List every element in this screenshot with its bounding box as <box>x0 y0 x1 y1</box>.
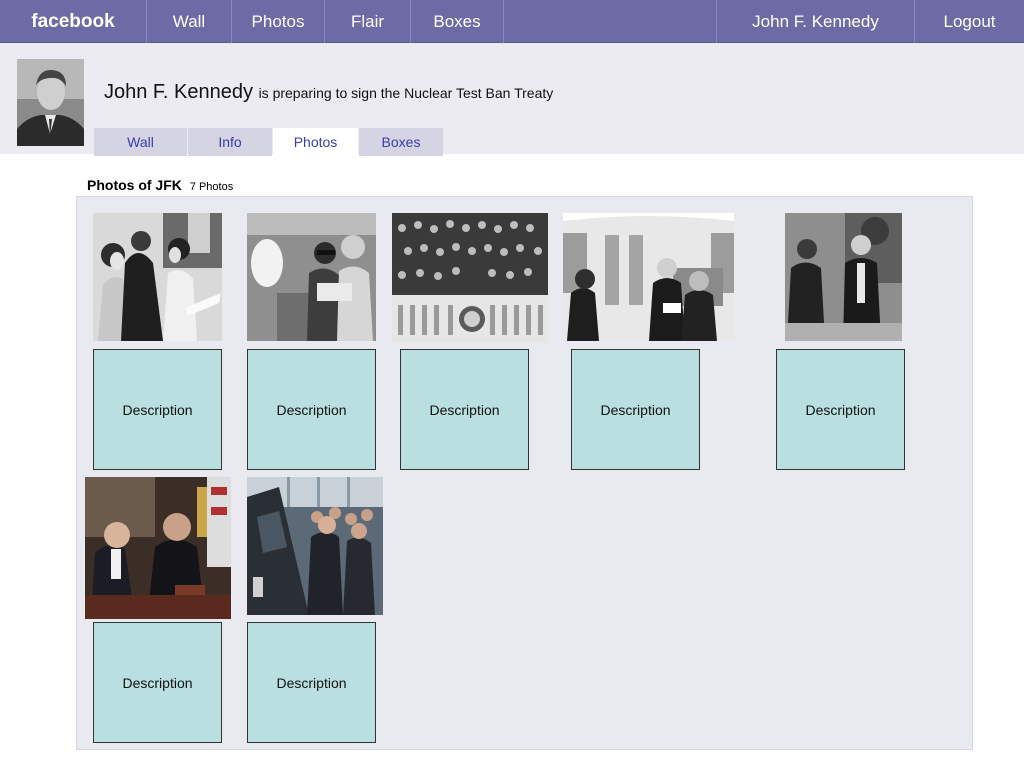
photos-panel: Description Description Description Desc… <box>76 196 973 750</box>
photos-section-title: Photos of JFK 7 Photos <box>87 177 233 193</box>
nav-wall-link[interactable]: Wall <box>146 0 231 43</box>
nav-boxes-link[interactable]: Boxes <box>410 0 504 43</box>
photo-description: Description <box>400 349 529 470</box>
photo-description: Description <box>247 622 376 743</box>
photo-thumbnail[interactable] <box>93 213 222 341</box>
nav-photos-link[interactable]: Photos <box>231 0 324 43</box>
tab-photos[interactable]: Photos <box>273 128 358 156</box>
photo-thumbnail[interactable] <box>392 213 548 343</box>
profile-name-line: John F. Kennedy is preparing to sign the… <box>104 81 553 104</box>
tab-wall[interactable]: Wall <box>94 128 187 156</box>
photo-thumbnail[interactable] <box>563 213 734 341</box>
photo-description: Description <box>93 349 222 470</box>
profile-status: is preparing to sign the Nuclear Test Ba… <box>258 85 554 101</box>
photos-count: 7 Photos <box>189 181 234 193</box>
photo-thumbnail[interactable] <box>785 213 902 341</box>
tab-info[interactable]: Info <box>188 128 272 156</box>
nav-user-name-link[interactable]: John F. Kennedy <box>716 0 914 43</box>
photo-description: Description <box>247 349 376 470</box>
photo-thumbnail[interactable] <box>247 213 376 341</box>
photo-description: Description <box>93 622 222 743</box>
photo-description: Description <box>571 349 700 470</box>
tab-boxes[interactable]: Boxes <box>359 128 443 156</box>
photo-thumbnail[interactable] <box>85 477 231 619</box>
nav-flair-link[interactable]: Flair <box>324 0 410 43</box>
photos-title: Photos of JFK <box>87 177 182 193</box>
facebook-logo[interactable]: facebook <box>0 0 146 43</box>
photo-thumbnail[interactable] <box>247 477 383 615</box>
logout-link[interactable]: Logout <box>914 0 1024 43</box>
photo-description: Description <box>776 349 905 470</box>
profile-name[interactable]: John F. Kennedy <box>104 81 253 103</box>
profile-avatar[interactable] <box>17 59 84 146</box>
top-navigation-bar: facebook Wall Photos Flair Boxes John F.… <box>0 0 1024 43</box>
profile-header: John F. Kennedy is preparing to sign the… <box>0 43 1024 156</box>
